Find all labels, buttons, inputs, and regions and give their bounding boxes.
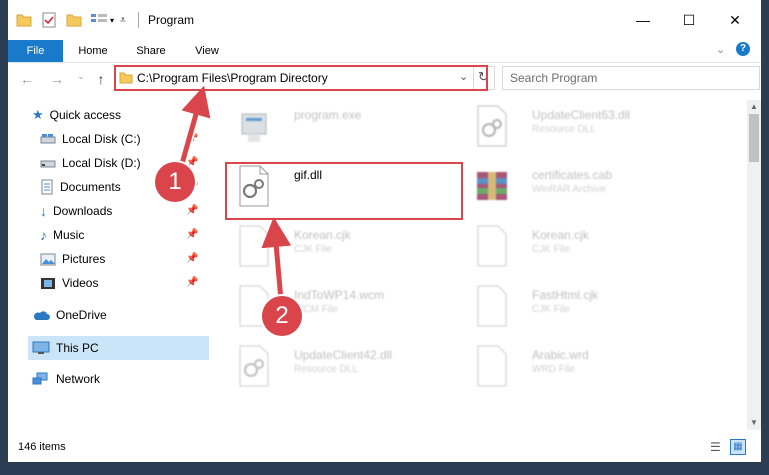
step-badge-1: 1: [155, 162, 195, 202]
step-badge-2: 2: [262, 296, 302, 336]
annotation-arrows: [173, 85, 292, 313]
